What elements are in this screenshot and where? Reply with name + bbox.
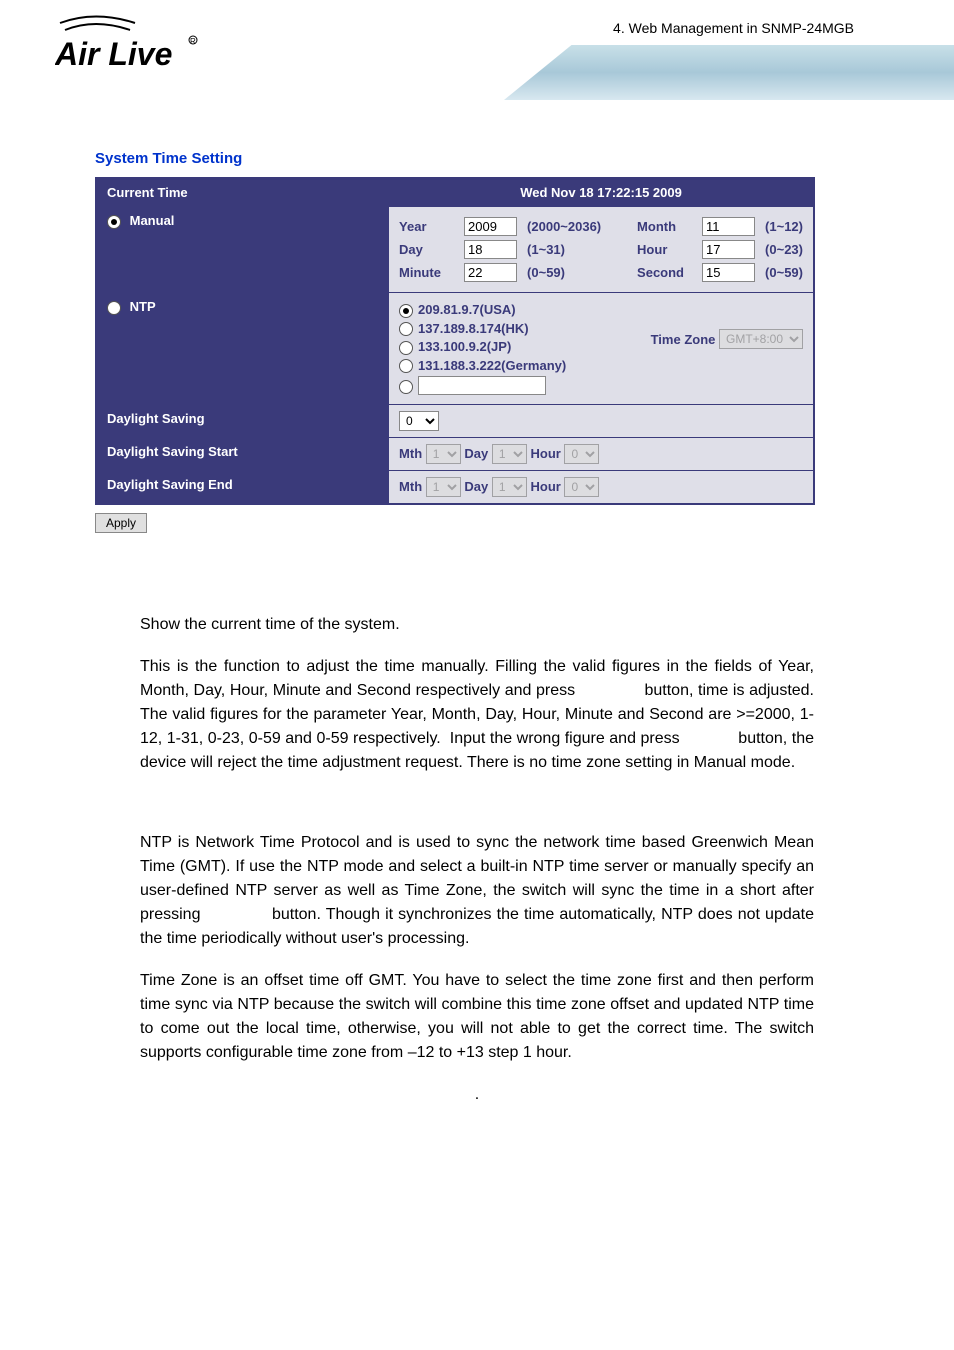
dst-label: Daylight Saving <box>96 405 389 438</box>
current-time-label: Current Time <box>96 178 389 207</box>
hour-range: (0~23) <box>765 242 803 257</box>
dst-end-hour[interactable]: 0 <box>564 477 599 497</box>
month-range: (1~12) <box>765 219 803 234</box>
minute-label: Minute <box>399 265 454 280</box>
year-label: Year <box>399 219 454 234</box>
time-settings-table: Current Time Wed Nov 18 17:22:15 2009 Ma… <box>95 177 815 505</box>
body-p2: This is the function to adjust the time … <box>140 655 814 775</box>
svg-text:R: R <box>190 37 196 46</box>
hour-label: Hour <box>637 242 692 257</box>
minute-range: (0~59) <box>527 265 627 280</box>
ntp-label: NTP <box>130 299 156 314</box>
header-banner <box>504 45 954 100</box>
current-time-value: Wed Nov 18 17:22:15 2009 <box>389 178 814 207</box>
dst-end-day[interactable]: 1 <box>492 477 527 497</box>
ntp-server-2: 133.100.9.2(JP) <box>418 339 511 354</box>
month-label: Month <box>637 219 692 234</box>
day-input[interactable] <box>464 240 517 259</box>
dst-start-controls: Mth 1 Day 1 Hour 0 <box>389 438 814 471</box>
dst-start-label: Daylight Saving Start <box>96 438 389 471</box>
body-p1: Show the current time of the system. <box>140 613 814 637</box>
ntp-server-custom-radio[interactable] <box>399 380 413 394</box>
minute-input[interactable] <box>464 263 517 282</box>
month-input[interactable] <box>702 217 755 236</box>
second-input[interactable] <box>702 263 755 282</box>
ntp-server-1: 137.189.8.174(HK) <box>418 321 529 336</box>
timezone-label: Time Zone <box>651 332 716 347</box>
body-p3: NTP is Network Time Protocol and is used… <box>140 831 814 951</box>
apply-button[interactable]: Apply <box>95 513 147 533</box>
year-input[interactable] <box>464 217 517 236</box>
day-range: (1~31) <box>527 242 627 257</box>
ntp-server-3-radio[interactable] <box>399 359 413 373</box>
ntp-radio[interactable] <box>107 301 121 315</box>
manual-radio[interactable] <box>107 215 121 229</box>
ntp-section: NTP <box>96 293 389 405</box>
chapter-title: 4. Web Management in SNMP-24MGB <box>613 20 854 36</box>
timezone-select[interactable]: GMT+8:00 <box>719 329 803 349</box>
ntp-fields: 209.81.9.7(USA) 137.189.8.174(HK) 133.10… <box>389 293 814 405</box>
logo: Air Live R <box>55 15 200 90</box>
ntp-server-2-radio[interactable] <box>399 341 413 355</box>
hour-input[interactable] <box>702 240 755 259</box>
body-text: Show the current time of the system. Thi… <box>95 613 859 1107</box>
manual-fields: Year (2000~2036) Month (1~12) Day (1~31)… <box>389 207 814 293</box>
dst-select[interactable]: 0 <box>399 411 439 431</box>
dst-end-label: Daylight Saving End <box>96 471 389 505</box>
page-title: System Time Setting <box>95 150 859 167</box>
ntp-server-3: 131.188.3.222(Germany) <box>418 358 566 373</box>
second-range: (0~59) <box>765 265 803 280</box>
dst-start-hour[interactable]: 0 <box>564 444 599 464</box>
body-p4: Time Zone is an offset time off GMT. You… <box>140 969 814 1065</box>
ntp-custom-input[interactable] <box>418 376 546 395</box>
svg-text:Air Live: Air Live <box>55 36 172 72</box>
body-p5: . <box>140 1083 814 1107</box>
dst-start-mth[interactable]: 1 <box>426 444 461 464</box>
second-label: Second <box>637 265 692 280</box>
manual-label: Manual <box>130 213 175 228</box>
dst-end-controls: Mth 1 Day 1 Hour 0 <box>389 471 814 505</box>
dst-value-cell: 0 <box>389 405 814 438</box>
dst-end-mth[interactable]: 1 <box>426 477 461 497</box>
year-range: (2000~2036) <box>527 219 627 234</box>
ntp-server-0-radio[interactable] <box>399 304 413 318</box>
manual-section: Manual <box>96 207 389 293</box>
day-label: Day <box>399 242 454 257</box>
ntp-server-1-radio[interactable] <box>399 322 413 336</box>
dst-start-day[interactable]: 1 <box>492 444 527 464</box>
ntp-server-0: 209.81.9.7(USA) <box>418 302 516 317</box>
